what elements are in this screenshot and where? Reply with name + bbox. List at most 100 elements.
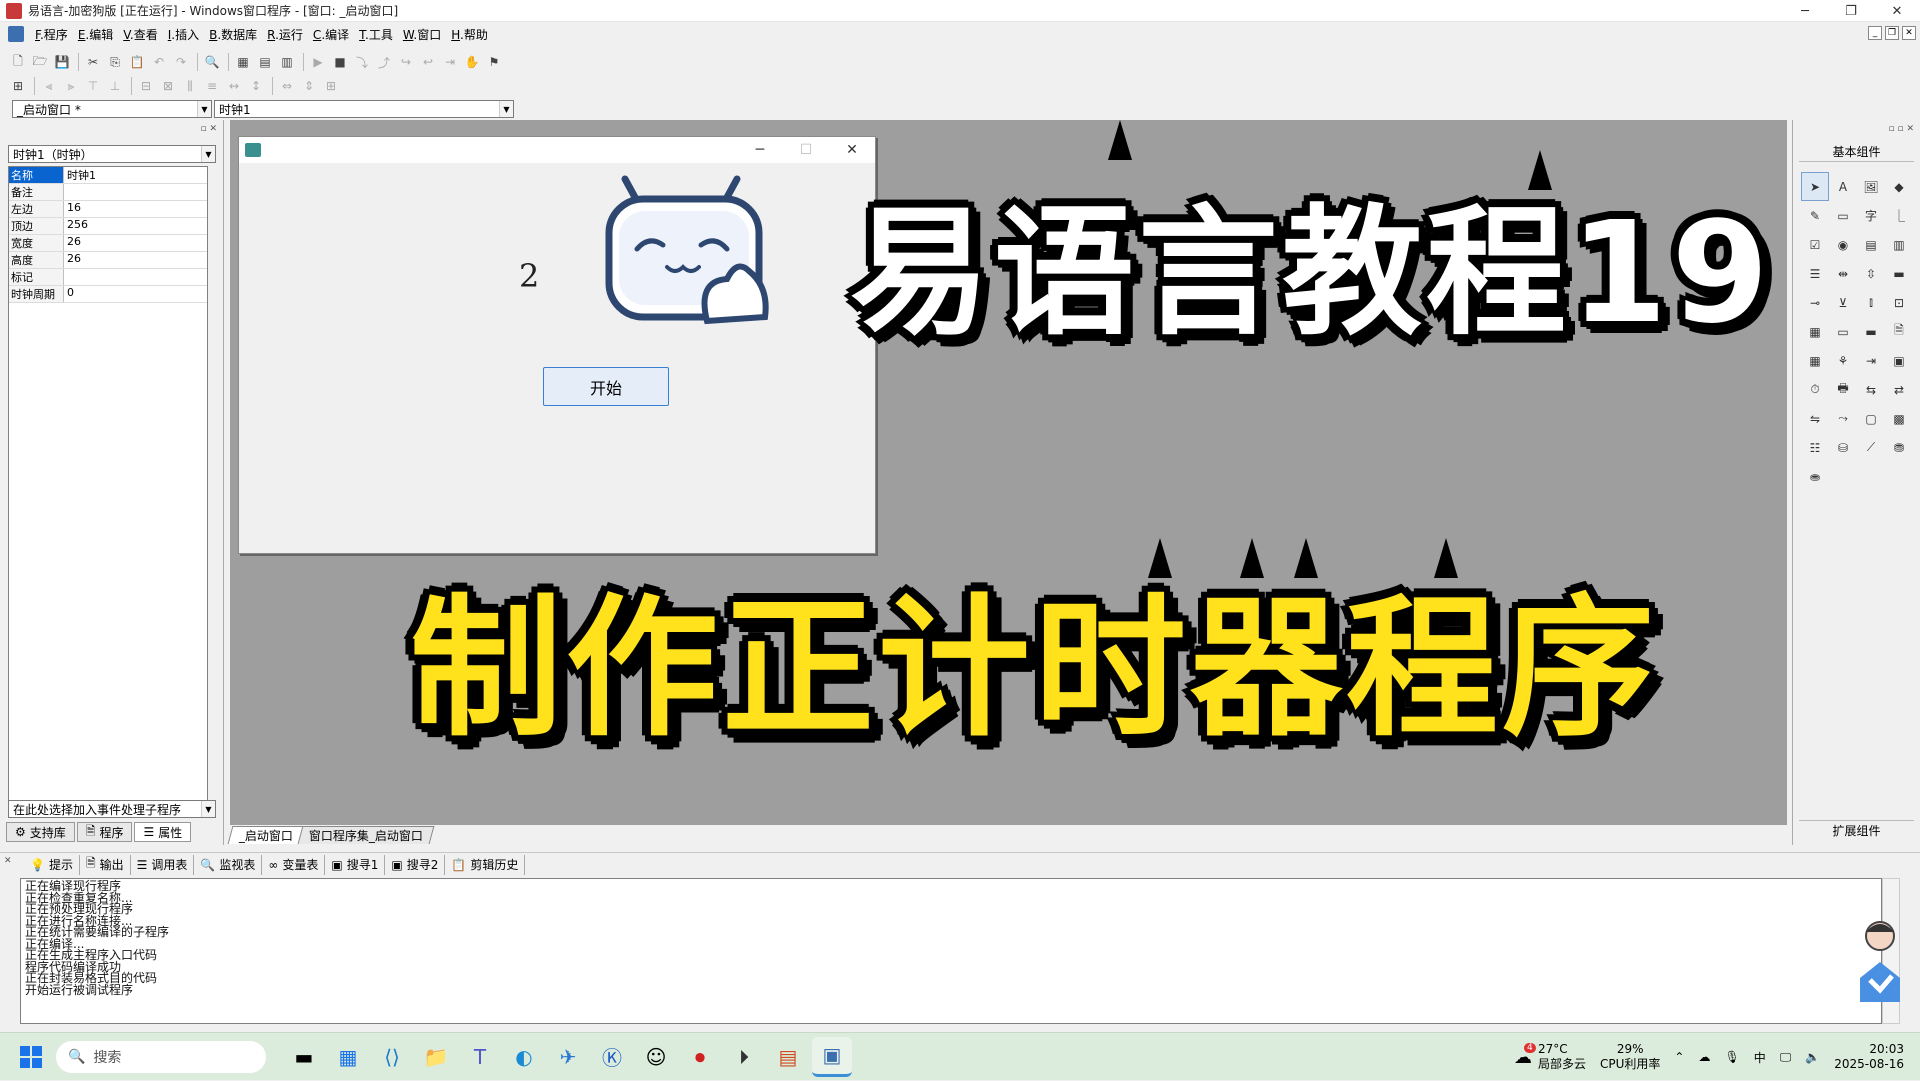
redo-icon[interactable]: ↷ — [171, 52, 191, 72]
open-folder-icon[interactable]: 🗁 — [30, 52, 50, 72]
copy-icon[interactable]: ⎘ — [105, 52, 125, 72]
tab-hint[interactable]: 💡 提示 — [24, 854, 80, 875]
step3-icon[interactable]: ↪ — [396, 52, 416, 72]
slider-icon[interactable]: ⊸ — [1801, 288, 1829, 317]
menu-help[interactable]: H.帮助 — [446, 26, 493, 43]
printer-icon[interactable]: 🖶 — [1829, 375, 1857, 404]
list-icon[interactable]: ☰ — [1801, 259, 1829, 288]
tab-output[interactable]: 🗎 输出 — [80, 854, 131, 875]
tab-find2[interactable]: ▣ 搜寻2 — [385, 854, 446, 875]
picture-icon[interactable]: 🖼 — [1857, 172, 1885, 201]
combobox-icon[interactable]: ▤ — [1857, 230, 1885, 259]
align-top-icon[interactable]: ⊤ — [83, 76, 103, 96]
edge-icon[interactable]: ◐ — [504, 1037, 544, 1077]
scroll-v-icon[interactable]: ⇳ — [1857, 259, 1885, 288]
step5-icon[interactable]: ⇥ — [440, 52, 460, 72]
align-left-icon[interactable]: ⫷ — [39, 76, 59, 96]
property-row[interactable]: 名称 时钟1 — [9, 167, 207, 184]
new-file-icon[interactable]: 🗋 — [8, 52, 28, 72]
tab-watch[interactable]: 🔍 监视表 — [194, 854, 263, 875]
editbox-icon[interactable]: ✎ — [1801, 201, 1829, 230]
ppt-icon[interactable]: ▤ — [768, 1037, 808, 1077]
layout3-icon[interactable]: ▥ — [277, 52, 297, 72]
tab-clip-history[interactable]: 📋 剪辑历史 — [445, 854, 526, 875]
weather-widget[interactable]: ☁ 4 27°C 局部多云 — [1514, 1042, 1586, 1072]
property-row[interactable]: 时钟周期 0 — [9, 286, 207, 303]
inner-minimize-button[interactable]: ─ — [737, 137, 783, 163]
file-explorer-icon[interactable]: 📁 — [416, 1037, 456, 1077]
cpu-meter[interactable]: 29% CPU利用率 — [1600, 1042, 1660, 1072]
hand-icon[interactable]: ✋ — [462, 52, 482, 72]
table-icon[interactable]: ▦ — [1801, 346, 1829, 375]
record-icon[interactable]: ⏺ — [680, 1037, 720, 1077]
tab-control-icon[interactable]: ⊡ — [1885, 288, 1913, 317]
client-icon[interactable]: ⇋ — [1801, 404, 1829, 433]
property-row[interactable]: 顶边 256 — [9, 218, 207, 235]
data-list-icon[interactable]: ☷ — [1801, 433, 1829, 462]
vscode-icon[interactable]: ⟨⟩ — [372, 1037, 412, 1077]
avatar-app-icon[interactable]: ☺ — [636, 1037, 676, 1077]
menu-database[interactable]: B.数据库 — [204, 26, 262, 43]
clock[interactable]: 20:03 2025-08-16 — [1834, 1042, 1904, 1072]
component-select[interactable]: 时钟1 ▼ — [214, 100, 514, 118]
server-icon[interactable]: ⤳ — [1829, 404, 1857, 433]
assistant-avatar-icon[interactable] — [1852, 918, 1908, 1010]
status-icon[interactable]: ▭ — [1829, 317, 1857, 346]
tree-icon[interactable]: ⚘ — [1829, 346, 1857, 375]
debug-icon[interactable]: ⚑ — [484, 52, 504, 72]
timer-icon[interactable]: ⏱ — [1801, 375, 1829, 404]
menu-window[interactable]: W.窗口 — [398, 26, 446, 43]
panel-pin-icon[interactable]: ▫ ✕ — [200, 124, 217, 134]
mdi-restore-button[interactable]: ❐ — [1885, 26, 1899, 40]
restore-button[interactable]: ❐ — [1828, 0, 1874, 22]
paste-icon[interactable]: 📋 — [127, 52, 147, 72]
event-select[interactable]: 在此处选择加入事件处理子程序 ▼ — [8, 800, 216, 818]
eyuyan-app-icon[interactable]: ▣ — [812, 1036, 852, 1077]
menu-insert[interactable]: I.插入 — [163, 26, 204, 43]
save-icon[interactable]: 💾 — [52, 52, 72, 72]
listbox-icon[interactable]: ▥ — [1885, 230, 1913, 259]
menu-program[interactable]: F.程序 — [30, 26, 73, 43]
radio-icon[interactable]: ◉ — [1829, 230, 1857, 259]
task-view-icon[interactable]: ▬ — [284, 1037, 324, 1077]
cut-icon[interactable]: ✂ — [83, 52, 103, 72]
line-icon[interactable]: ⎿ — [1885, 201, 1913, 230]
tab-properties[interactable]: ☰ 属性 — [134, 822, 192, 842]
window-icon[interactable]: ▣ — [1885, 346, 1913, 375]
start-button[interactable]: 开始 — [543, 367, 669, 406]
vbar-icon[interactable]: ⫾ — [1857, 288, 1885, 317]
find-icon[interactable]: 🔍 — [202, 52, 222, 72]
grid2-icon[interactable]: ⊞ — [321, 76, 341, 96]
menu-tools[interactable]: T.工具 — [354, 26, 398, 43]
undo-icon[interactable]: ↶ — [149, 52, 169, 72]
layout1-icon[interactable]: ▦ — [233, 52, 253, 72]
teams-icon[interactable]: T — [460, 1037, 500, 1077]
tab-window-assembly[interactable]: 窗口程序集_启动窗口 — [297, 826, 435, 844]
property-row[interactable]: 左边 16 — [9, 201, 207, 218]
same-height-icon[interactable]: ↕ — [246, 76, 266, 96]
tab-startup-window[interactable]: _启动窗口 — [227, 826, 305, 844]
shape-icon[interactable]: ◆ — [1885, 172, 1913, 201]
step1-icon[interactable]: ⤵ — [352, 52, 372, 72]
stop-icon[interactable]: ■ — [330, 52, 350, 72]
input-method-icon[interactable]: 中 — [1754, 1049, 1766, 1066]
space-h-icon[interactable]: ⫼ — [180, 76, 200, 96]
chart-icon[interactable]: ⟋ — [1857, 433, 1885, 462]
text-icon[interactable]: 字 — [1857, 201, 1885, 230]
odbc-icon[interactable]: ⛃ — [1885, 433, 1913, 462]
checkbox-icon[interactable]: ☑ — [1801, 230, 1829, 259]
odbc2-icon[interactable]: ⛂ — [1801, 462, 1829, 491]
player-icon[interactable]: ⏵ — [724, 1037, 764, 1077]
size2-icon[interactable]: ⇕ — [299, 76, 319, 96]
property-row[interactable]: 高度 26 — [9, 252, 207, 269]
mdi-minimize-button[interactable]: _ — [1868, 26, 1882, 40]
panel-icon[interactable]: ▩ — [1885, 404, 1913, 433]
taskbar-search[interactable]: 🔍 搜索 — [56, 1040, 266, 1073]
mdi-close-button[interactable]: ✕ — [1902, 26, 1916, 40]
updown-icon[interactable]: ⊻ — [1829, 288, 1857, 317]
split-icon[interactable]: ⇥ — [1857, 346, 1885, 375]
step2-icon[interactable]: ⤴ — [374, 52, 394, 72]
step4-icon[interactable]: ↩ — [418, 52, 438, 72]
property-header-select[interactable]: 时钟1（时钟） ▼ — [8, 145, 216, 163]
store-icon[interactable]: ▦ — [328, 1037, 368, 1077]
